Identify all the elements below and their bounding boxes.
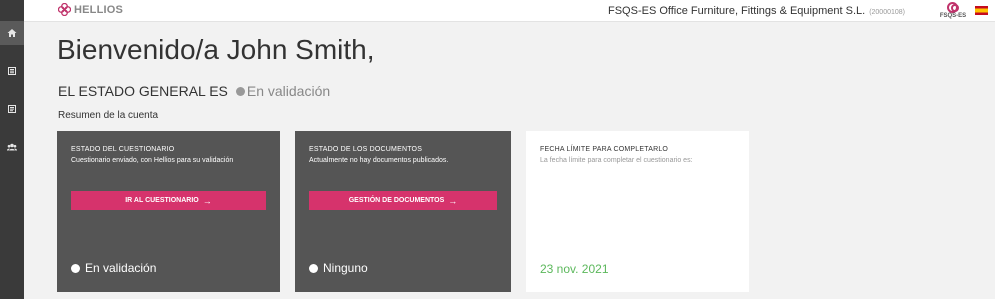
page-title: Bienvenido/a John Smith, bbox=[57, 34, 375, 65]
status-dot-icon bbox=[309, 263, 318, 273]
status-dot-icon bbox=[235, 86, 245, 96]
general-status: EL ESTADO GENERAL ES En validación bbox=[58, 83, 330, 99]
questionnaire-card: ESTADO DEL CUESTIONARIO Cuestionario env… bbox=[57, 131, 280, 292]
deadline-date: 23 nov. 2021 bbox=[540, 262, 609, 276]
spain-flag-icon[interactable] bbox=[975, 6, 988, 15]
manage-documents-button[interactable]: GESTIÓN DE DOCUMENTOS → bbox=[309, 191, 497, 210]
documents-status: Ninguno bbox=[309, 261, 368, 275]
general-status-value: En validación bbox=[246, 83, 331, 99]
card-description: Actualmente no hay documentos publicados… bbox=[309, 157, 449, 164]
top-header: HELLIOS FSQS-ES Office Furniture, Fittin… bbox=[24, 0, 995, 22]
hellios-logo-icon bbox=[58, 3, 71, 16]
questionnaire-status: En validación bbox=[71, 261, 156, 275]
summary-label: Resumen de la cuenta bbox=[58, 110, 159, 121]
company-name-text: FSQS-ES Office Furniture, Fittings & Equ… bbox=[608, 5, 866, 17]
questionnaire-status-value: En validación bbox=[85, 261, 157, 275]
sidebar-item-home[interactable] bbox=[0, 21, 24, 45]
card-title: FECHA LÍMITE PARA COMPLETARLO bbox=[540, 146, 669, 153]
users-icon bbox=[7, 143, 17, 151]
card-title: ESTADO DE LOS DOCUMENTOS bbox=[309, 146, 423, 153]
company-code: (20000108) bbox=[869, 9, 905, 16]
button-label: IR AL CUESTIONARIO bbox=[125, 197, 199, 204]
status-dot-icon bbox=[71, 263, 80, 273]
go-to-questionnaire-button[interactable]: IR AL CUESTIONARIO → bbox=[71, 191, 266, 210]
client-logo-text: FSQS-ES bbox=[939, 13, 967, 19]
sidebar-item-document[interactable] bbox=[0, 97, 24, 121]
general-status-label: EL ESTADO GENERAL ES bbox=[58, 83, 228, 99]
company-name: FSQS-ES Office Furniture, Fittings & Equ… bbox=[608, 5, 905, 17]
hellios-logo[interactable]: HELLIOS bbox=[58, 3, 123, 16]
sidebar-item-list[interactable] bbox=[0, 59, 24, 83]
arrow-right-icon: → bbox=[202, 195, 212, 206]
logo-text: HELLIOS bbox=[74, 3, 124, 16]
documents-card: ESTADO DE LOS DOCUMENTOS Actualmente no … bbox=[295, 131, 511, 292]
deadline-card: FECHA LÍMITE PARA COMPLETARLO La fecha l… bbox=[526, 131, 749, 292]
arrow-right-icon: → bbox=[448, 195, 458, 206]
button-label: GESTIÓN DE DOCUMENTOS bbox=[348, 197, 445, 204]
sidebar bbox=[0, 0, 24, 299]
card-description: La fecha límite para completar el cuesti… bbox=[540, 157, 693, 164]
card-description: Cuestionario enviado, con Hellios para s… bbox=[71, 157, 234, 164]
list-icon bbox=[8, 67, 16, 75]
card-title: ESTADO DEL CUESTIONARIO bbox=[71, 146, 175, 153]
sidebar-item-users[interactable] bbox=[0, 135, 24, 159]
client-logo[interactable]: FSQS-ES bbox=[939, 2, 967, 20]
home-icon bbox=[7, 29, 17, 37]
documents-status-value: Ninguno bbox=[323, 261, 368, 275]
document-icon bbox=[8, 105, 16, 113]
